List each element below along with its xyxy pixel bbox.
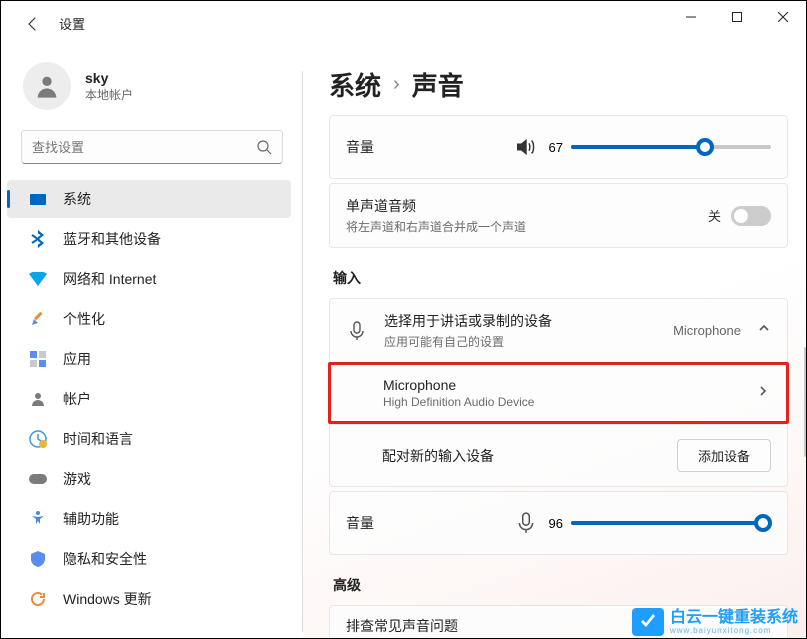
microphone-device-row[interactable]: Microphone High Definition Audio Device — [328, 362, 789, 424]
nav-item-system[interactable]: 系统 — [7, 180, 291, 218]
maximize-button[interactable] — [714, 1, 760, 33]
nav-item-gaming[interactable]: 游戏 — [7, 460, 291, 498]
add-device-button[interactable]: 添加设备 — [677, 439, 771, 472]
output-volume-card: 音量 67 — [329, 115, 788, 179]
minimize-icon — [686, 12, 696, 22]
nav-item-update[interactable]: Windows 更新 — [7, 580, 291, 618]
nav-label: 系统 — [63, 189, 91, 209]
nav-item-accessibility[interactable]: 辅助功能 — [7, 500, 291, 538]
sidebar: sky 本地帐户 系统 蓝牙和其他设备 网络和 Internet — [1, 46, 303, 638]
chevron-up-icon — [757, 321, 771, 340]
mono-title: 单声道音频 — [346, 196, 526, 216]
close-icon — [778, 12, 788, 22]
watermark-url: www.baiyunxitong.com — [670, 626, 798, 635]
back-button[interactable] — [25, 16, 41, 32]
time-icon — [29, 430, 47, 448]
gaming-icon — [29, 470, 47, 488]
watermark-logo — [632, 608, 664, 636]
input-volume-label: 音量 — [346, 513, 374, 533]
troubleshoot-label: 排查常见声音问题 — [346, 616, 458, 636]
selected-input-device: Microphone — [673, 323, 741, 338]
output-volume-label: 音量 — [346, 137, 374, 157]
output-volume-value: 67 — [549, 140, 563, 155]
nav-label: 应用 — [63, 349, 91, 369]
breadcrumb: 系统 › 声音 — [329, 66, 788, 103]
output-volume-slider[interactable] — [571, 145, 771, 149]
nav-item-personalization[interactable]: 个性化 — [7, 300, 291, 338]
watermark-brand: 白云一键重装系统 — [670, 609, 798, 627]
search-icon — [256, 139, 272, 155]
choose-input-title: 选择用于讲话或录制的设备 — [384, 311, 552, 331]
avatar — [23, 62, 71, 110]
breadcrumb-parent[interactable]: 系统 — [329, 66, 381, 103]
user-subtitle: 本地帐户 — [85, 86, 133, 103]
nav-label: Windows 更新 — [63, 589, 152, 609]
scrollbar[interactable] — [802, 158, 806, 630]
nav-label: 游戏 — [63, 469, 91, 489]
user-block[interactable]: sky 本地帐户 — [1, 56, 303, 130]
input-section-heading: 输入 — [333, 268, 788, 288]
accounts-icon — [29, 390, 47, 408]
system-icon — [29, 190, 47, 208]
nav-item-accounts[interactable]: 帐户 — [7, 380, 291, 418]
accessibility-icon — [29, 510, 47, 528]
nav-label: 蓝牙和其他设备 — [63, 229, 161, 249]
chevron-right-icon — [756, 384, 770, 403]
mic-sub: High Definition Audio Device — [383, 395, 534, 409]
nav-item-privacy[interactable]: 隐私和安全性 — [7, 540, 291, 578]
personalization-icon — [29, 310, 47, 328]
nav-label: 辅助功能 — [63, 509, 119, 529]
update-icon — [29, 590, 47, 608]
microphone-icon[interactable] — [515, 512, 537, 534]
nav-list: 系统 蓝牙和其他设备 网络和 Internet 个性化 应用 帐户 — [1, 180, 303, 618]
nav-item-time[interactable]: 时间和语言 — [7, 420, 291, 458]
input-device-group: 选择用于讲话或录制的设备 应用可能有自己的设置 Microphone Micro… — [329, 298, 788, 487]
input-volume-slider[interactable] — [571, 521, 771, 525]
apps-icon — [29, 350, 47, 368]
maximize-icon — [732, 12, 742, 22]
privacy-icon — [29, 550, 47, 568]
pair-label: 配对新的输入设备 — [382, 446, 494, 466]
microphone-icon — [346, 320, 368, 342]
speaker-icon[interactable] — [515, 136, 537, 158]
nav-item-bluetooth[interactable]: 蓝牙和其他设备 — [7, 220, 291, 258]
mono-toggle[interactable] — [731, 206, 771, 226]
search-input[interactable] — [32, 140, 256, 155]
search-box[interactable] — [21, 130, 283, 164]
mono-subtitle: 将左声道和右声道合并成一个声道 — [346, 218, 526, 235]
minimize-button[interactable] — [668, 1, 714, 33]
nav-label: 帐户 — [63, 389, 91, 409]
watermark: 白云一键重装系统 www.baiyunxitong.com — [632, 608, 798, 636]
breadcrumb-current: 声音 — [412, 66, 464, 103]
user-name: sky — [85, 70, 133, 86]
pair-input-row: 配对新的输入设备 添加设备 — [330, 424, 787, 486]
nav-item-network[interactable]: 网络和 Internet — [7, 260, 291, 298]
close-button[interactable] — [760, 1, 806, 33]
nav-item-apps[interactable]: 应用 — [7, 340, 291, 378]
choose-input-sub: 应用可能有自己的设置 — [384, 333, 552, 350]
window-title: 设置 — [59, 14, 85, 33]
input-volume-value: 96 — [549, 516, 563, 531]
advanced-section-heading: 高级 — [333, 575, 788, 595]
mono-state-label: 关 — [708, 206, 721, 225]
titlebar: 设置 — [1, 1, 806, 46]
window-controls — [668, 1, 806, 33]
bluetooth-icon — [29, 230, 47, 248]
scrollbar-thumb[interactable] — [804, 347, 806, 457]
chevron-right-icon: › — [393, 73, 400, 96]
mono-audio-card: 单声道音频 将左声道和右声道合并成一个声道 关 — [329, 183, 788, 248]
main-content: 系统 › 声音 音量 67 单声道音频 将左声道和右声道合并成一个声道 — [303, 46, 806, 638]
nav-label: 隐私和安全性 — [63, 549, 147, 569]
network-icon — [29, 270, 47, 288]
slider-thumb[interactable] — [754, 514, 772, 532]
nav-label: 网络和 Internet — [63, 269, 156, 289]
mic-name: Microphone — [383, 377, 534, 393]
slider-thumb[interactable] — [696, 138, 714, 156]
input-volume-card: 音量 96 — [329, 491, 788, 555]
nav-label: 时间和语言 — [63, 429, 133, 449]
choose-input-device-row[interactable]: 选择用于讲话或录制的设备 应用可能有自己的设置 Microphone — [330, 299, 787, 362]
nav-label: 个性化 — [63, 309, 105, 329]
